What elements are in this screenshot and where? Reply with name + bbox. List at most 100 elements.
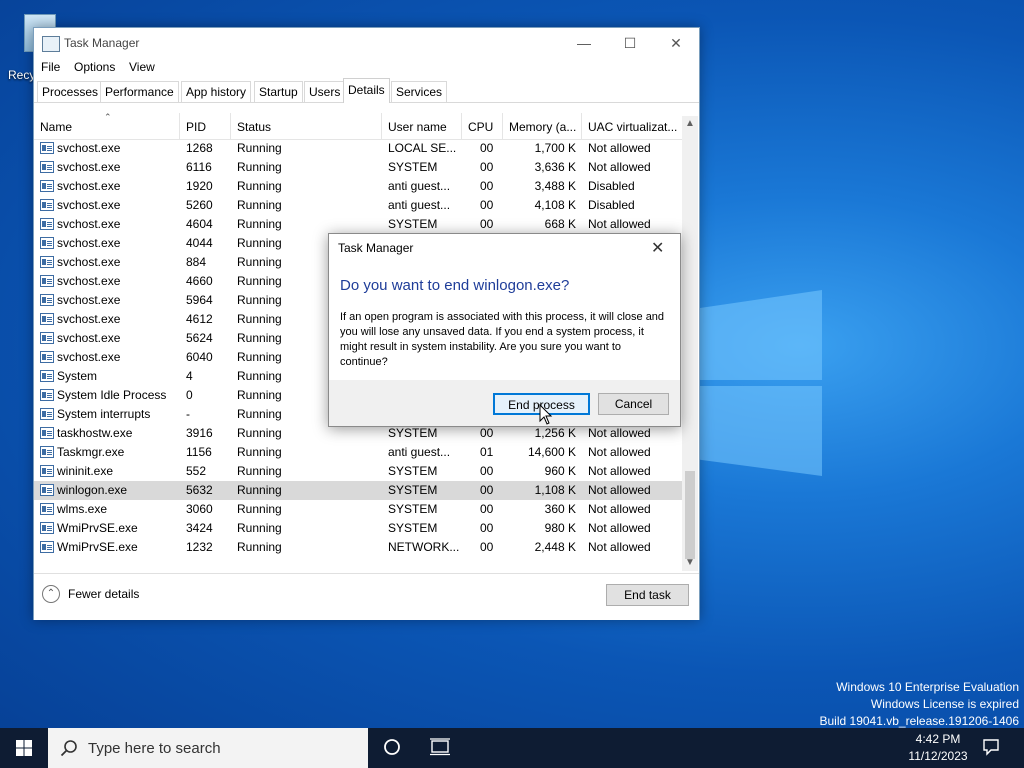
process-user: SYSTEM [388,502,438,516]
process-pid: 3916 [186,426,213,440]
process-uac: Not allowed [588,141,651,155]
process-name: taskhostw.exe [57,426,133,440]
tab-startup[interactable]: Startup [254,81,303,102]
process-uac: Not allowed [588,445,651,459]
tab-processes[interactable]: Processes [37,81,104,102]
process-name: svchost.exe [57,198,121,212]
recycle-bin-label: Recy [8,68,36,82]
process-status: Running [237,502,282,516]
chevron-up-circle-icon[interactable]: ⌃ [42,585,60,603]
tab-users[interactable]: Users [304,81,346,102]
end-task-button[interactable]: End task [606,584,689,606]
process-row[interactable]: wininit.exe 552 Running SYSTEM 00 960 K Not al… [34,462,682,481]
process-name: System [57,369,98,383]
process-icon [40,427,54,439]
dialog-close-icon[interactable]: ✕ [651,238,664,258]
column-cpu[interactable]: CPU [462,113,503,139]
process-icon [40,256,54,268]
process-row[interactable]: Taskmgr.exe 1156 Running anti guest... 01 14,… [34,443,682,462]
process-name: svchost.exe [57,217,121,231]
process-uac: Disabled [588,179,635,193]
process-icon [40,218,54,230]
process-icon [40,389,54,401]
process-memory: 14,600 K [527,445,576,459]
windows-start-icon [16,740,32,756]
system-clock[interactable]: 4:42 PM 11/12/2023 [898,731,978,765]
column-status[interactable]: Status [231,113,382,139]
clock-time: 4:42 PM [915,732,961,746]
close-button[interactable]: ✕ [653,28,699,58]
process-user: SYSTEM [388,217,438,231]
dialog-title: Task Manager [338,241,414,255]
process-row[interactable]: WmiPrvSE.exe 3424 Running SYSTEM 00 980 K Not … [34,519,682,538]
process-user: SYSTEM [388,464,438,478]
process-row[interactable]: svchost.exe 1920 Running anti guest... 00 3,4… [34,177,682,196]
process-row[interactable]: wlms.exe 3060 Running SYSTEM 00 360 K Not allo… [34,500,682,519]
scroll-up-icon[interactable]: ▲ [682,116,698,132]
process-row[interactable]: svchost.exe 5260 Running anti guest... 00 4,1… [34,196,682,215]
process-icon [40,541,54,553]
process-user: LOCAL SE... [388,141,457,155]
vertical-scrollbar[interactable]: ▲ ▼ [682,116,698,571]
title-bar[interactable]: Task Manager — ☐ ✕ [34,28,699,58]
process-name: svchost.exe [57,331,121,345]
tab-strip: Processes Performance App history Startu… [34,78,699,103]
taskbar-search-box[interactable]: Type here to search [48,728,368,768]
tab-services[interactable]: Services [391,81,448,102]
start-button[interactable] [0,728,48,768]
task-view-icon[interactable] [430,738,450,756]
tab-app-history[interactable]: App history [181,81,252,102]
process-icon [40,199,54,211]
activation-watermark: Windows 10 Enterprise Evaluation Windows… [820,679,1020,730]
scroll-thumb[interactable] [685,471,695,559]
column-user-name[interactable]: User name [382,113,462,139]
process-pid: 1920 [186,179,213,193]
process-icon [40,161,54,173]
cancel-button[interactable]: Cancel [598,393,669,415]
process-row[interactable]: svchost.exe 4604 Running SYSTEM 00 668 K Not a… [34,215,682,234]
menu-view[interactable]: View [129,60,155,74]
process-user: SYSTEM [388,483,438,497]
column-name[interactable]: Name [34,113,180,139]
process-cpu: 00 [480,483,494,497]
process-user: SYSTEM [388,521,438,535]
process-icon [40,522,54,534]
process-name: System Idle Process [57,388,167,402]
process-cpu: 01 [480,445,494,459]
process-cpu: 00 [480,540,494,554]
process-row[interactable]: svchost.exe 6116 Running SYSTEM 00 3,636 K Not… [34,158,682,177]
process-status: Running [237,160,282,174]
menu-options[interactable]: Options [74,60,115,74]
minimize-button[interactable]: — [561,28,607,58]
process-name: wlms.exe [57,502,108,516]
process-icon [40,465,54,477]
menu-file[interactable]: File [41,60,60,74]
process-icon [40,294,54,306]
action-center-icon[interactable] [982,738,1000,756]
scroll-down-icon[interactable]: ▼ [682,555,698,571]
process-pid: 1268 [186,141,213,155]
tab-performance[interactable]: Performance [100,81,179,102]
process-row[interactable]: WmiPrvSE.exe 1232 Running NETWORK... 00 2,448… [34,538,682,557]
process-memory: 4,108 K [534,198,576,212]
process-row[interactable]: winlogon.exe 5632 Running SYSTEM 00 1,108 K No… [34,481,682,500]
process-icon [40,446,54,458]
dialog-heading: Do you want to end winlogon.exe? [340,277,570,294]
tab-details[interactable]: Details [343,78,390,103]
maximize-button[interactable]: ☐ [607,28,653,58]
process-user: SYSTEM [388,160,438,174]
process-status: Running [237,198,282,212]
fewer-details-link[interactable]: Fewer details [68,587,139,601]
process-cpu: 00 [480,141,494,155]
column-memory[interactable]: Memory (a... [503,113,582,139]
process-pid: 884 [186,255,207,269]
cortana-icon[interactable] [383,738,401,756]
column-uac-virtualization[interactable]: UAC virtualizat... [582,113,682,139]
process-row[interactable]: svchost.exe 1268 Running LOCAL SE... 00 1,700… [34,139,682,158]
column-pid[interactable]: PID [180,113,231,139]
window-footer: ⌃ Fewer details End task [34,573,699,620]
process-name: svchost.exe [57,179,121,193]
process-icon [40,313,54,325]
process-name: svchost.exe [57,293,121,307]
process-cpu: 00 [480,217,494,231]
